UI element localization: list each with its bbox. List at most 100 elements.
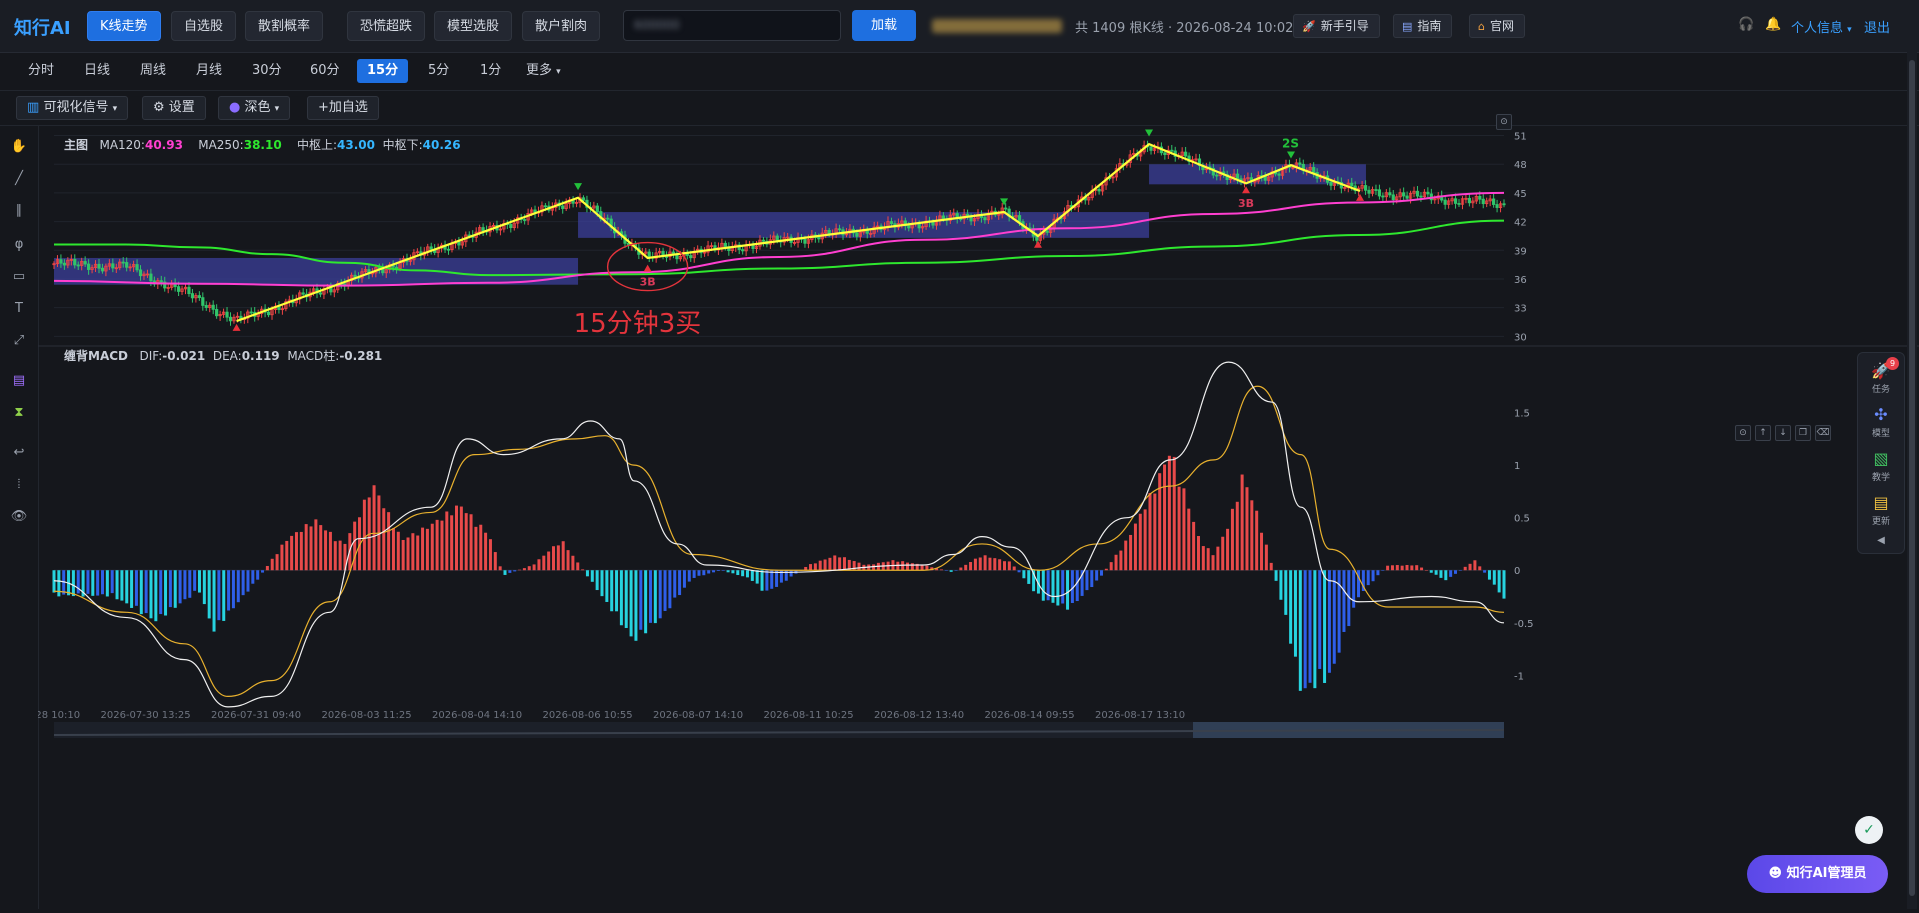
macd-histogram-bar [590,570,594,582]
hand-icon[interactable]: ✋ [10,138,28,156]
period-tab-month[interactable]: 月线 [186,59,232,83]
chart-area[interactable]: 51 48 45 42 39 36 33 30 1.5 1 0.5 0 -0.5 -1 3B 3B S 2S 15分… [0,114,1919,909]
macd-histogram-bar [1226,528,1230,571]
candle-body [97,263,101,269]
candle-body [481,227,485,232]
delete-icon[interactable]: ⌫ [1815,425,1831,441]
x-axis-tick: 2026-08-14 09:55 [985,710,1075,721]
macd-y-tick: -1 [1514,671,1524,682]
add-watchlist-button[interactable]: +加自选 [307,96,379,120]
copy-icon[interactable]: ❐ [1795,425,1811,441]
website-button[interactable]: ⌂ 官网 [1469,14,1525,38]
period-tab-5m[interactable]: 5分 [418,59,459,83]
candle-body [149,273,153,282]
macd-histogram-bar [585,570,589,577]
macd-histogram-bar [818,560,822,571]
macd-histogram-bar [265,565,269,571]
macd-histogram-bar [1410,565,1414,571]
stock-code-input[interactable]: 600000 [623,10,841,41]
kline-chart[interactable]: 51 48 45 42 39 36 33 30 1.5 1 0.5 0 -0.5 -1 3B 3B S 2S 15分… [0,115,1919,909]
main-y-tick: 45 [1514,189,1527,200]
macd-histogram-bar [241,570,245,596]
macd-histogram-bar [115,570,119,600]
macd-histogram-bar [653,570,657,624]
hourglass-icon[interactable]: ⧗ [10,404,28,422]
bell-icon[interactable]: 🔔 [1765,17,1781,32]
theme-select[interactable]: ● 深色 ▾ [218,96,291,120]
ai-assistant-button[interactable]: ☻ 知行AI管理员 [1747,855,1888,893]
macd-histogram-bar [1061,570,1065,604]
check-float-icon[interactable]: ✓ [1855,816,1883,844]
candle-body [1277,173,1281,176]
dock-model[interactable]: ✣ 模型 [1858,405,1904,439]
guide-button[interactable]: 🚀 新手引导 [1293,14,1380,38]
nav-tab-retail-cut[interactable]: 散户割肉 [522,11,601,41]
nav-tab-watchlist[interactable]: 自选股 [171,11,237,41]
macd-settings-icon[interactable]: ⊙ [1735,425,1751,441]
parallel-tool-icon[interactable]: ∥ [10,202,28,220]
logout-link[interactable]: 退出 [1864,17,1890,36]
settings-button[interactable]: ⚙ 设置 [142,96,206,120]
candle-body [595,205,599,212]
macd-histogram-bar [1163,464,1167,571]
macd-histogram-bar [755,570,759,584]
move-up-icon[interactable]: ↑ [1755,425,1771,441]
macd-histogram-bar [954,570,958,571]
period-tab-15m[interactable]: 15分 [357,59,409,83]
macd-histogram-bar [1473,560,1477,571]
dif-value: -0.021 [162,349,206,363]
macd-histogram-bar [1424,570,1428,571]
headset-icon[interactable]: 🎧 [1738,17,1754,32]
signal-dropdown[interactable]: ▥ 可视化信号 ▾ [16,96,129,120]
macd-histogram-bar [789,570,793,577]
rect-tool-icon[interactable]: ▭ [10,268,28,286]
load-button[interactable]: 加载 [852,10,916,41]
main-y-tick: 42 [1514,218,1527,229]
user-menu[interactable]: 个人信息 ▾ [1791,17,1852,36]
candle-body [889,221,894,225]
bars-icon[interactable]: ⦙ [10,476,28,494]
macd-histogram-bar [823,559,827,571]
period-tab-60m[interactable]: 60分 [300,59,350,83]
manual-button[interactable]: ▤ 指南 [1393,14,1453,38]
macd-histogram-bar [1250,500,1254,571]
line-tool-icon[interactable]: ╱ [10,170,28,188]
period-tab-week[interactable]: 周线 [130,59,176,83]
period-tab-minute[interactable]: 分时 [18,59,64,83]
candle-body [1481,198,1485,205]
macd-y-tick: 1 [1514,461,1520,472]
candle-body [62,262,66,266]
macd-histogram-bar [1371,570,1375,582]
dock-teach[interactable]: ▧ 教学 [1858,449,1904,483]
macd-histogram-bar [1439,570,1443,578]
measure-tool-icon[interactable]: ⤢ [10,332,28,350]
period-tab-day[interactable]: 日线 [74,59,120,83]
page-scrollbar[interactable] [1907,52,1917,909]
nav-tab-kline[interactable]: K线走势 [87,11,161,41]
period-more[interactable]: 更多 ▾ [516,59,571,83]
undo-icon[interactable]: ↩ [10,444,28,462]
text-tool-icon[interactable]: T [10,300,28,318]
period-tab-30m[interactable]: 30分 [242,59,292,83]
zs-down-value: 40.26 [422,138,461,152]
macd-histogram-bar [634,570,638,641]
main-legend-title: 主图 [64,138,89,152]
nav-tab-model[interactable]: 模型选股 [434,11,513,41]
macd-histogram-bar [1230,508,1234,571]
macd-histogram-bar [1298,570,1302,691]
nav-tab-panic[interactable]: 恐慌超跌 [347,11,426,41]
nav-tab-retail-prob[interactable]: 散割概率 [245,11,324,41]
macd-histogram-bar [1342,570,1346,632]
move-down-icon[interactable]: ↓ [1775,425,1791,441]
layers-icon[interactable]: ▤ [10,372,28,390]
dock-update[interactable]: ▤ 更新 [1858,493,1904,527]
scrollbar-thumb[interactable] [1909,60,1915,896]
main-settings-icon[interactable]: ⊙ [1496,114,1512,130]
collapse-icon[interactable]: ◀ [1858,535,1904,546]
macd-y-tick: 0 [1514,566,1520,577]
fib-tool-icon[interactable]: φ [10,236,28,254]
eye-icon[interactable]: 👁 [10,508,28,526]
period-tab-1m[interactable]: 1分 [470,59,511,83]
macd-histogram-bar [576,562,580,571]
candle-body [1312,167,1316,173]
